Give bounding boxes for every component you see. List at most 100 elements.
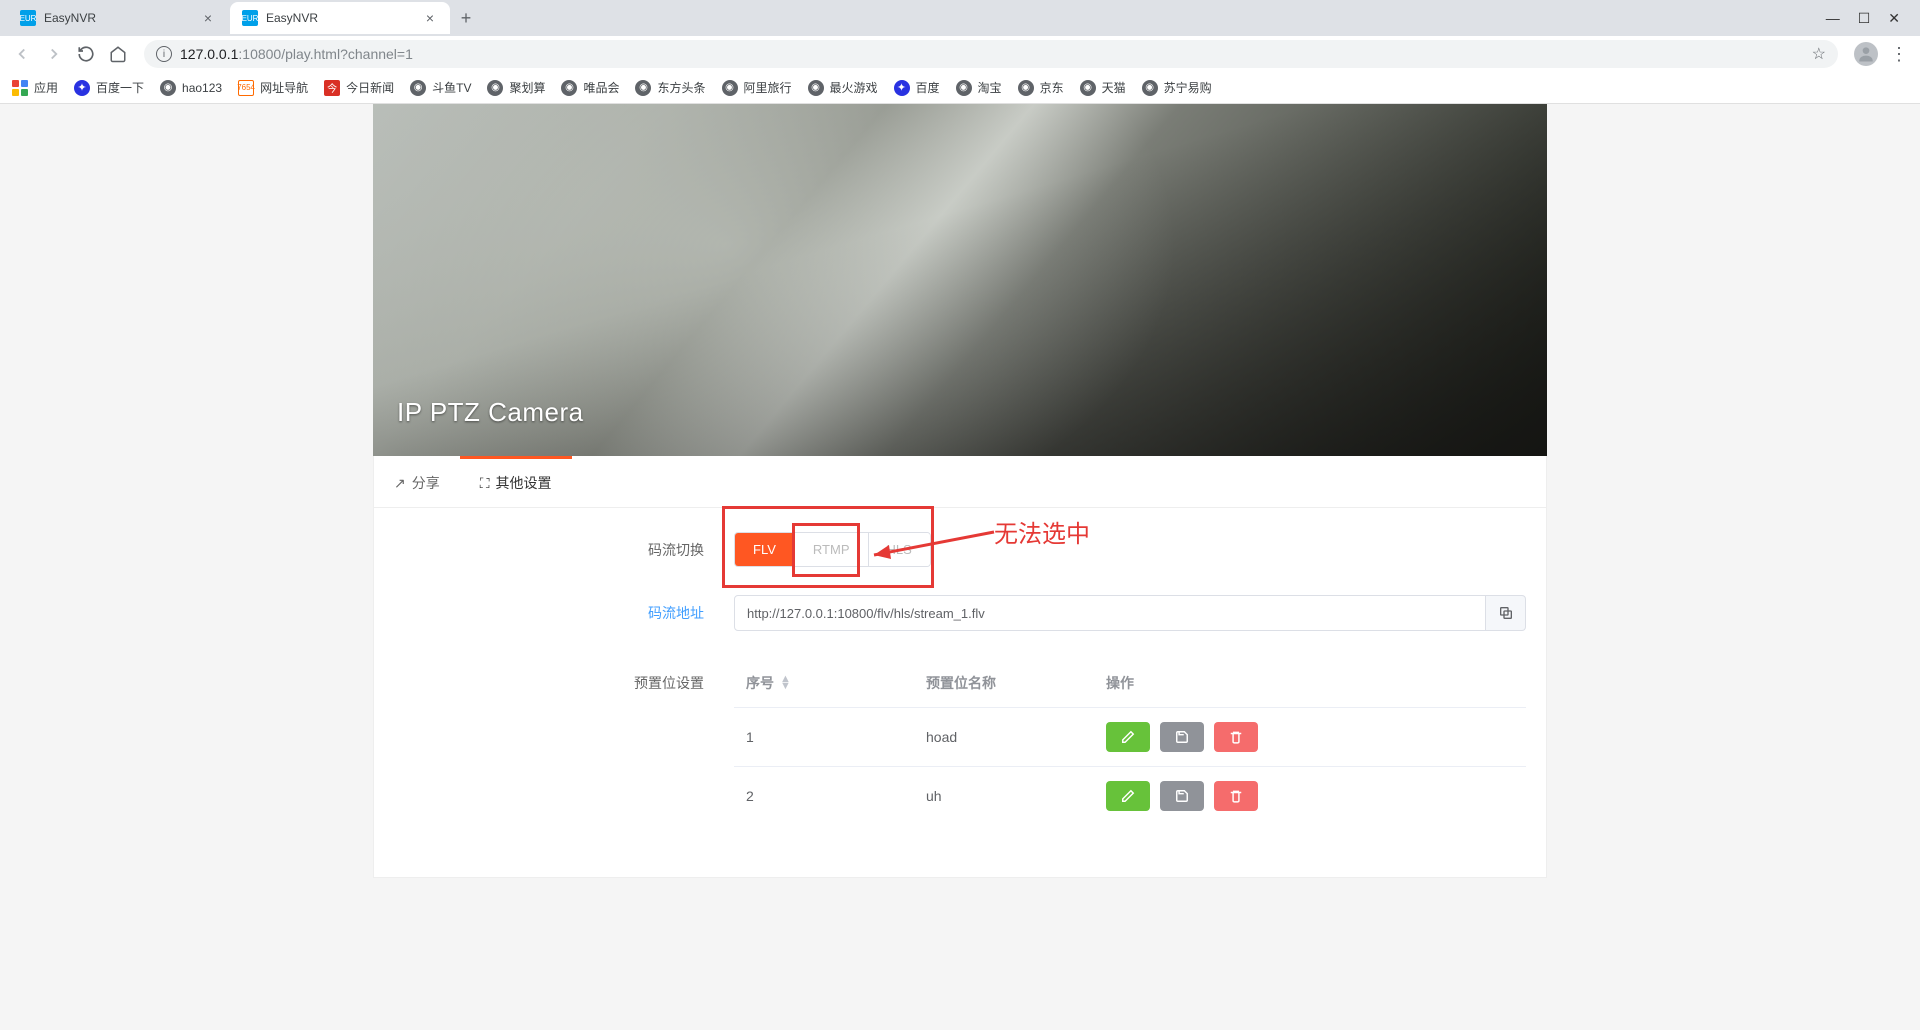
delete-button[interactable] — [1214, 722, 1258, 752]
new-tab-button[interactable]: + — [452, 4, 480, 32]
tab-other-settings[interactable]: ⛶ 其他设置 — [460, 456, 572, 507]
bookmark-item[interactable]: ◉唯品会 — [561, 79, 619, 96]
stream-url-input[interactable] — [734, 595, 1486, 631]
apps-button[interactable]: 应用 — [12, 79, 58, 96]
edit-icon — [1121, 789, 1135, 803]
stream-url-label[interactable]: 码流地址 — [374, 603, 734, 623]
bookmark-favicon-icon: ◉ — [1080, 80, 1096, 96]
bookmark-item[interactable]: ◉东方头条 — [635, 79, 705, 96]
preset-row: 预置位设置 序号 ▲▼ 预置位名称 操作 1 — [374, 659, 1546, 825]
copy-icon — [1498, 605, 1514, 621]
bookmark-favicon-icon: ◉ — [722, 80, 738, 96]
stream-switch-label: 码流切换 — [374, 540, 734, 560]
bookmark-favicon-icon: ◉ — [561, 80, 577, 96]
bookmark-favicon-icon: ✦ — [74, 80, 90, 96]
col-header-index[interactable]: 序号 ▲▼ — [746, 673, 926, 693]
bookmark-item[interactable]: 今今日新闻 — [324, 79, 394, 96]
trash-icon — [1229, 789, 1243, 803]
bookmark-item[interactable]: ◉京东 — [1018, 79, 1064, 96]
bookmark-favicon-icon: 7654 — [238, 80, 254, 96]
stream-url-input-group — [734, 595, 1526, 631]
stream-hls-button[interactable]: HLS — [869, 533, 930, 566]
cell-index: 1 — [746, 729, 926, 745]
reload-button[interactable] — [76, 44, 96, 64]
favicon-icon: EUR — [242, 10, 258, 26]
bookmark-item[interactable]: 7654网址导航 — [238, 79, 308, 96]
panel-tabs: ↗ 分享 ⛶ 其他设置 — [374, 456, 1546, 508]
bookmark-favicon-icon: ◉ — [808, 80, 824, 96]
close-icon[interactable]: × — [422, 10, 438, 26]
bookmark-item[interactable]: ◉斗鱼TV — [410, 79, 471, 96]
video-container: IP PTZ Camera — [373, 104, 1547, 456]
col-header-name: 预置位名称 — [926, 673, 1106, 693]
cell-name: uh — [926, 788, 1106, 804]
bookmark-item[interactable]: ◉天猫 — [1080, 79, 1126, 96]
apps-icon — [12, 80, 28, 96]
url-input[interactable]: i 127.0.0.1:10800/play.html?channel=1 ☆ — [144, 40, 1838, 68]
stream-switch-row: 码流切换 FLV RTMP HLS 无法选中 — [374, 532, 1546, 567]
bookmark-favicon-icon: ◉ — [487, 80, 503, 96]
browser-tab[interactable]: EUR EasyNVR × — [8, 2, 228, 34]
forward-button[interactable] — [44, 44, 64, 64]
bookmark-item[interactable]: ◉最火游戏 — [808, 79, 878, 96]
bookmarks-bar: 应用 ✦百度一下 ◉hao123 7654网址导航 今今日新闻 ◉斗鱼TV ◉聚… — [0, 72, 1920, 104]
edit-button[interactable] — [1106, 781, 1150, 811]
back-button[interactable] — [12, 44, 32, 64]
save-icon — [1175, 789, 1189, 803]
preset-table: 序号 ▲▼ 预置位名称 操作 1 hoad — [734, 659, 1526, 825]
bookmark-item[interactable]: ◉苏宁易购 — [1142, 79, 1212, 96]
bookmark-favicon-icon: 今 — [324, 80, 340, 96]
profile-avatar-icon[interactable] — [1854, 42, 1878, 66]
cell-name: hoad — [926, 729, 1106, 745]
bookmark-item[interactable]: ◉淘宝 — [956, 79, 1002, 96]
table-header: 序号 ▲▼ 预置位名称 操作 — [734, 659, 1526, 707]
bookmark-item[interactable]: ◉聚划算 — [487, 79, 545, 96]
address-bar: i 127.0.0.1:10800/play.html?channel=1 ☆ … — [0, 36, 1920, 72]
settings-panel: ↗ 分享 ⛶ 其他设置 码流切换 FLV RTMP HLS — [373, 456, 1547, 878]
delete-button[interactable] — [1214, 781, 1258, 811]
trash-icon — [1229, 730, 1243, 744]
edit-button[interactable] — [1106, 722, 1150, 752]
bookmark-star-icon[interactable]: ☆ — [1812, 44, 1826, 64]
stream-flv-button[interactable]: FLV — [735, 533, 795, 566]
bookmark-favicon-icon: ◉ — [410, 80, 426, 96]
edit-icon — [1121, 730, 1135, 744]
bookmark-item[interactable]: ◉hao123 — [160, 80, 222, 96]
maximize-icon[interactable]: ☐ — [1858, 10, 1871, 27]
stream-url-row: 码流地址 — [374, 595, 1546, 631]
save-button[interactable] — [1160, 722, 1204, 752]
col-header-ops: 操作 — [1106, 673, 1514, 693]
copy-url-button[interactable] — [1486, 595, 1526, 631]
bookmark-item[interactable]: ✦百度 — [894, 79, 940, 96]
minimize-icon[interactable]: — — [1826, 10, 1840, 27]
window-controls: — ☐ ✕ — [1826, 10, 1912, 27]
sort-icon: ▲▼ — [780, 676, 791, 690]
tab-title: EasyNVR — [266, 11, 422, 25]
bookmark-favicon-icon: ◉ — [1142, 80, 1158, 96]
home-button[interactable] — [108, 44, 128, 64]
expand-icon: ⛶ — [480, 475, 490, 492]
bookmark-favicon-icon: ◉ — [160, 80, 176, 96]
close-icon[interactable]: × — [200, 10, 216, 26]
save-button[interactable] — [1160, 781, 1204, 811]
bookmark-favicon-icon: ◉ — [1018, 80, 1034, 96]
stream-type-group: FLV RTMP HLS — [734, 532, 931, 567]
tab-title: EasyNVR — [44, 11, 200, 25]
url-text: 127.0.0.1:10800/play.html?channel=1 — [180, 46, 413, 62]
favicon-icon: EUR — [20, 10, 36, 26]
stream-rtmp-button[interactable]: RTMP — [795, 533, 869, 566]
bookmark-item[interactable]: ✦百度一下 — [74, 79, 144, 96]
tab-share[interactable]: ↗ 分享 — [374, 456, 460, 507]
site-info-icon[interactable]: i — [156, 46, 172, 62]
video-player[interactable]: IP PTZ Camera — [373, 104, 1547, 456]
browser-tab[interactable]: EUR EasyNVR × — [230, 2, 450, 34]
share-icon: ↗ — [394, 475, 406, 492]
close-window-icon[interactable]: ✕ — [1888, 10, 1900, 27]
preset-label: 预置位设置 — [374, 659, 734, 693]
form-area: 码流切换 FLV RTMP HLS 无法选中 — [374, 508, 1546, 877]
bookmark-favicon-icon: ✦ — [894, 80, 910, 96]
save-icon — [1175, 730, 1189, 744]
browser-menu-icon[interactable]: ⋮ — [1890, 44, 1908, 65]
table-row: 2 uh — [734, 766, 1526, 825]
bookmark-item[interactable]: ◉阿里旅行 — [722, 79, 792, 96]
